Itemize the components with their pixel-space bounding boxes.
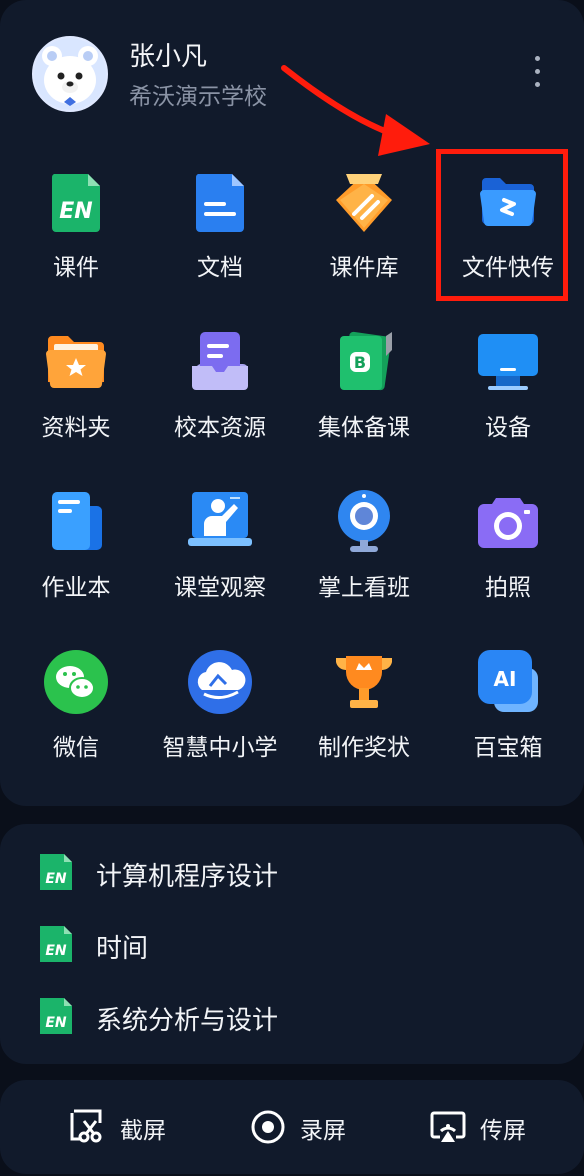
app-label: 设备 <box>485 415 531 441</box>
app-label: 课堂观察 <box>174 575 266 601</box>
apps-panel: 张小凡 希沃演示学校 EN 课件 文档 课件库 文件快传 资料夹 校本资源 B … <box>0 0 584 806</box>
trophy-icon <box>336 656 392 708</box>
camera-icon <box>478 498 538 548</box>
svg-text:B: B <box>354 353 366 372</box>
cast-screen-icon <box>430 1111 466 1142</box>
app-toolbox[interactable]: AI 百宝箱 <box>436 650 580 800</box>
recent-files-panel: EN 计算机程序设计 EN 时间 EN 系统分析与设计 <box>0 824 584 1064</box>
app-label: 资料夹 <box>41 415 111 441</box>
svg-text:AI: AI <box>494 667 517 691</box>
avatar[interactable] <box>32 36 108 112</box>
svg-text:EN: EN <box>59 199 92 224</box>
app-label: 课件 <box>53 255 99 281</box>
cast-screen-button[interactable]: 传屏 <box>420 1080 584 1174</box>
recent-file-item[interactable]: EN 系统分析与设计 <box>0 986 584 1046</box>
app-classroom-observe[interactable]: 课堂观察 <box>148 490 292 640</box>
app-label: 拍照 <box>485 575 531 601</box>
app-file-transfer[interactable]: 文件快传 <box>436 170 580 320</box>
user-name: 张小凡 <box>129 42 208 72</box>
app-courseware[interactable]: EN 课件 <box>4 170 148 320</box>
monitor-icon <box>478 334 538 390</box>
webcam-icon <box>338 490 390 552</box>
school-name: 希沃演示学校 <box>129 84 267 110</box>
courseware-library-icon <box>336 174 392 232</box>
app-label: 课件库 <box>329 255 399 281</box>
screenshot-button[interactable]: 截屏 <box>60 1080 250 1174</box>
svg-text:EN: EN <box>45 1015 67 1031</box>
app-school-resource[interactable]: 校本资源 <box>148 330 292 480</box>
screen-tools-panel: 截屏 录屏 传屏 <box>0 1080 584 1174</box>
smart-school-icon <box>188 650 252 714</box>
app-label: 制作奖状 <box>318 735 410 761</box>
app-label: 作业本 <box>41 575 111 601</box>
svg-text:EN: EN <box>45 871 67 887</box>
app-folder[interactable]: 资料夹 <box>4 330 148 480</box>
bear-avatar-icon <box>34 38 106 110</box>
app-label: 文档 <box>197 255 243 281</box>
app-label: 文件快传 <box>462 255 554 281</box>
tool-label: 录屏 <box>300 1118 346 1144</box>
record-icon <box>251 1110 285 1144</box>
more-dot-icon <box>535 56 540 61</box>
app-document[interactable]: 文档 <box>148 170 292 320</box>
app-smart-school[interactable]: 智慧中小学 <box>148 650 292 800</box>
app-courseware-library[interactable]: 课件库 <box>292 170 436 320</box>
svg-text:EN: EN <box>45 943 67 959</box>
more-dot-icon <box>535 82 540 87</box>
app-label: 校本资源 <box>174 415 266 441</box>
app-make-award[interactable]: 制作奖状 <box>292 650 436 800</box>
app-label: 集体备课 <box>318 415 410 441</box>
app-label: 百宝箱 <box>473 735 543 761</box>
courseware-file-icon: EN <box>40 854 72 890</box>
courseware-file-icon: EN <box>40 998 72 1034</box>
app-handheld-class[interactable]: 掌上看班 <box>292 490 436 640</box>
app-homework[interactable]: 作业本 <box>4 490 148 640</box>
courseware-icon: EN <box>51 174 100 232</box>
school-resource-icon <box>192 332 248 390</box>
app-label: 智慧中小学 <box>162 735 278 761</box>
recent-file-item[interactable]: EN 时间 <box>0 914 584 974</box>
wechat-icon <box>44 650 108 714</box>
file-transfer-icon <box>480 178 536 226</box>
tool-label: 传屏 <box>480 1118 526 1144</box>
more-options-button[interactable] <box>520 52 554 92</box>
app-camera[interactable]: 拍照 <box>436 490 580 640</box>
homework-icon <box>52 492 102 550</box>
annotation-arrow-icon <box>281 65 430 156</box>
tool-label: 截屏 <box>120 1118 166 1144</box>
more-dot-icon <box>535 69 540 74</box>
record-screen-button[interactable]: 录屏 <box>240 1080 430 1174</box>
document-icon <box>195 174 244 232</box>
app-label: 微信 <box>53 735 99 761</box>
folder-star-icon <box>46 336 106 388</box>
screenshot-icon <box>70 1109 102 1143</box>
collective-prep-icon: B <box>340 331 392 391</box>
ai-toolbox-icon: AI <box>478 650 538 712</box>
classroom-observe-icon <box>188 492 252 546</box>
app-collective-prep[interactable]: B 集体备课 <box>292 330 436 480</box>
app-wechat[interactable]: 微信 <box>4 650 148 800</box>
recent-file-name: 时间 <box>96 934 149 964</box>
app-label: 掌上看班 <box>318 575 410 601</box>
recent-file-name: 系统分析与设计 <box>96 1006 279 1036</box>
app-device[interactable]: 设备 <box>436 330 580 480</box>
recent-file-item[interactable]: EN 计算机程序设计 <box>0 842 584 902</box>
courseware-file-icon: EN <box>40 926 72 962</box>
recent-file-name: 计算机程序设计 <box>96 862 279 892</box>
